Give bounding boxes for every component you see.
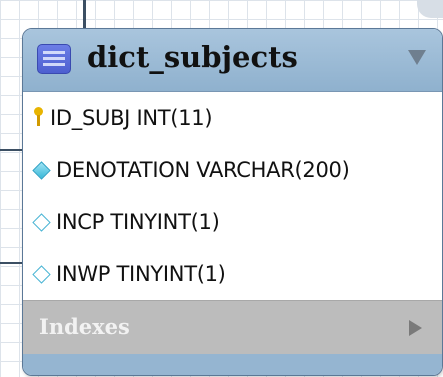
- column-name: INCP: [56, 210, 105, 234]
- table-title: dict_subjects: [87, 40, 298, 74]
- relationship-connector-left: [0, 149, 22, 151]
- table-entity-card[interactable]: dict_subjects ID_SUBJ INT(11) DENOTATION…: [22, 28, 443, 376]
- column-name: INWP: [56, 262, 111, 286]
- column-name: DENOTATION: [56, 158, 190, 182]
- primary-key-icon: [32, 107, 44, 129]
- table-footer: [23, 354, 442, 375]
- column-row[interactable]: INCP TINYINT(1): [23, 196, 442, 248]
- column-type: INT(11): [136, 106, 213, 130]
- table-header[interactable]: dict_subjects: [23, 29, 442, 92]
- nullable-column-icon: [32, 212, 51, 232]
- indexes-section-toggle[interactable]: Indexes: [23, 300, 442, 355]
- column-row[interactable]: INWP TINYINT(1): [23, 248, 442, 300]
- nullable-column-icon: [32, 264, 51, 284]
- column-row[interactable]: DENOTATION VARCHAR(200): [23, 144, 442, 196]
- columns-list: ID_SUBJ INT(11) DENOTATION VARCHAR(200) …: [23, 92, 442, 300]
- triangle-down-icon[interactable]: [408, 50, 426, 65]
- relationship-connector-left: [0, 262, 22, 264]
- column-row[interactable]: ID_SUBJ INT(11): [23, 92, 442, 144]
- column-type: TINYINT(1): [116, 262, 226, 286]
- triangle-right-icon[interactable]: [409, 320, 422, 336]
- indexes-label: Indexes: [39, 314, 130, 339]
- column-name: ID_SUBJ: [50, 106, 131, 130]
- column-type: TINYINT(1): [110, 210, 220, 234]
- adjacent-table-corner: [417, 0, 443, 18]
- not-null-column-icon: [32, 160, 51, 180]
- column-type: VARCHAR(200): [196, 158, 350, 182]
- table-icon: [37, 44, 71, 74]
